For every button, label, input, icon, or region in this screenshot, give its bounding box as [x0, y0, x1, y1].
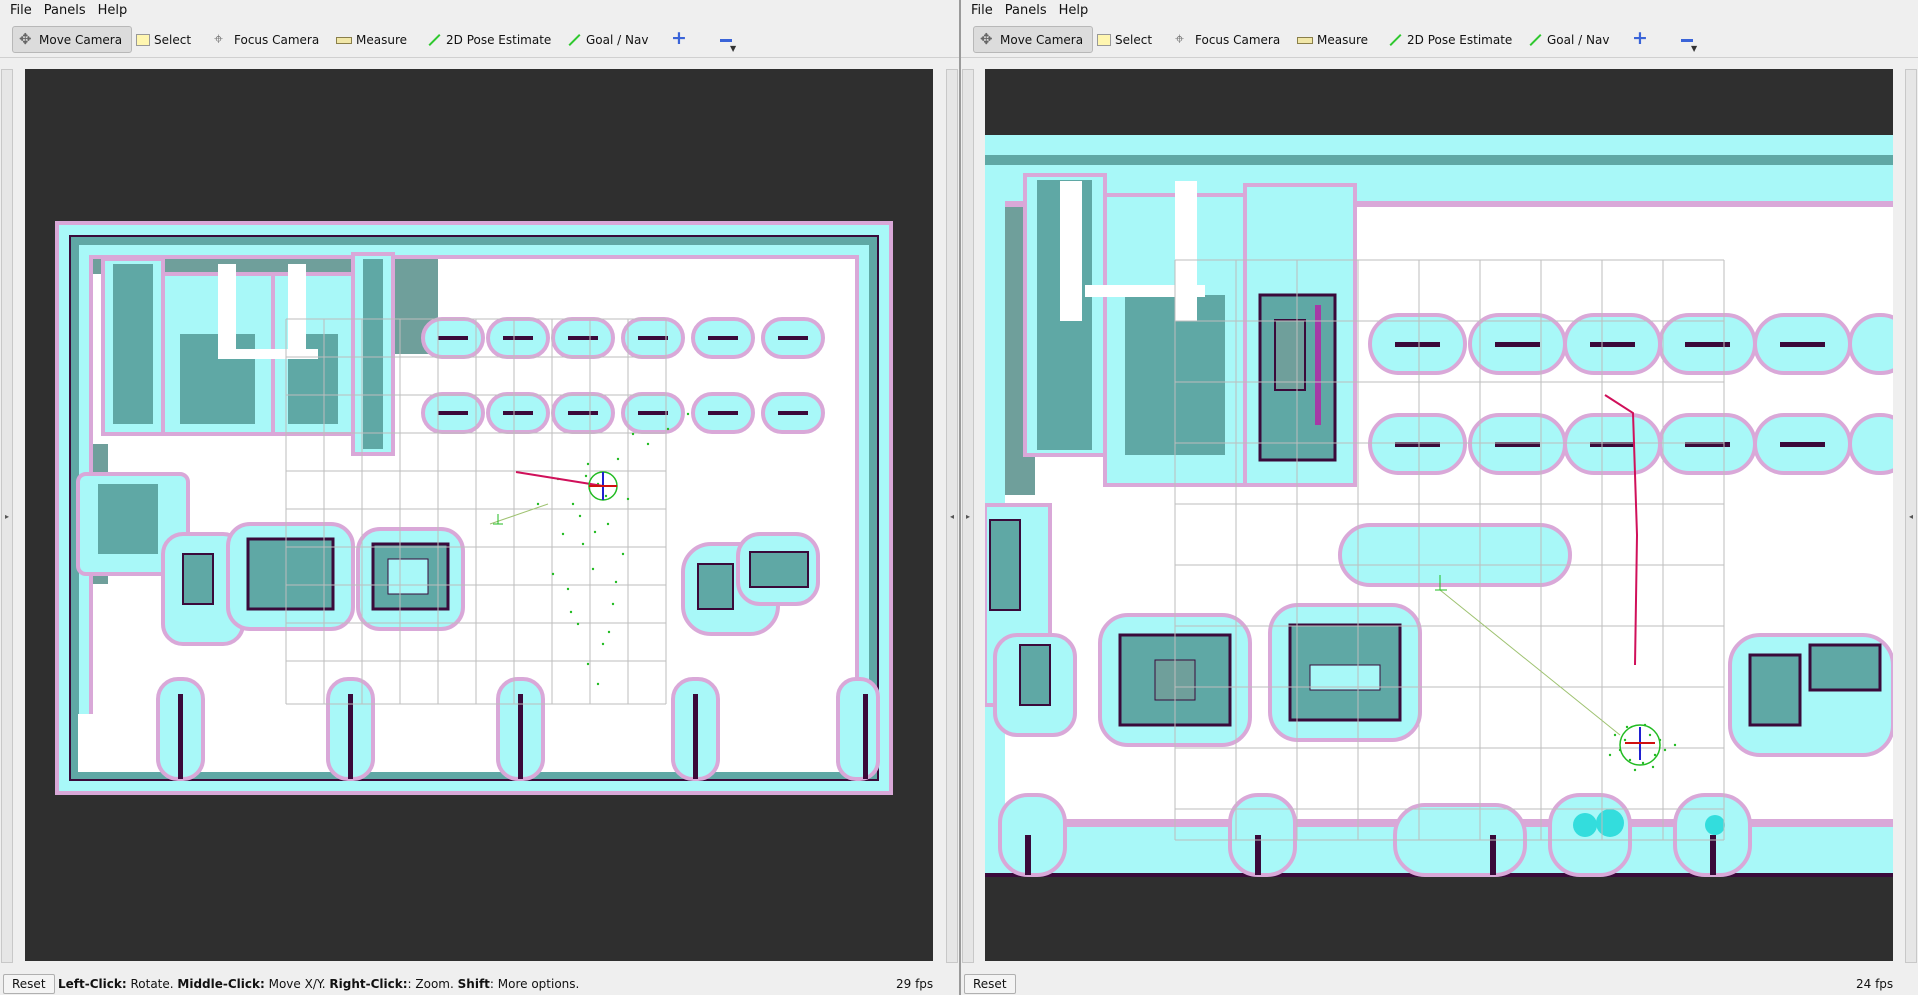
goal-nav-button[interactable]: Goal / Nav	[1521, 26, 1615, 53]
pose-estimate-button[interactable]: 2D Pose Estimate	[420, 26, 557, 53]
move-icon	[19, 30, 35, 48]
remove-tool-button[interactable]	[712, 26, 744, 53]
chevron-right-icon: ▸	[965, 511, 970, 521]
right-panel-toggle[interactable]: ◂	[1905, 69, 1917, 963]
statusbar-right: Reset 24 fps	[961, 973, 1918, 995]
menu-panels[interactable]: Panels	[999, 3, 1053, 18]
menu-help[interactable]: Help	[1053, 3, 1095, 18]
chevron-down-icon[interactable]: ▼	[1691, 44, 1697, 53]
rviz-window-left: File Panels Help Move Camera Select Focu…	[0, 0, 959, 995]
ruler-icon	[1297, 37, 1313, 44]
toolbar-left: Move Camera Select Focus Camera Measure …	[0, 22, 959, 58]
plus-icon	[670, 27, 687, 49]
focus-icon	[214, 29, 230, 49]
move-camera-button[interactable]: Move Camera	[12, 26, 132, 53]
fps-counter: 24 fps	[1856, 977, 1894, 991]
select-icon	[136, 33, 150, 46]
toolbar-right: Move Camera Select Focus Camera Measure …	[961, 22, 1918, 58]
ruler-icon	[336, 37, 352, 44]
menubar-left: File Panels Help	[0, 0, 959, 21]
reset-button[interactable]: Reset	[964, 974, 1016, 994]
green-arrow-icon	[1527, 33, 1543, 47]
select-button[interactable]: Select	[130, 26, 197, 53]
plus-icon	[1631, 27, 1648, 49]
map-view-left	[55, 221, 893, 795]
robot-marker-left	[588, 471, 618, 501]
statusbar-left: Reset Left-Click: Rotate. Middle-Click: …	[0, 973, 959, 995]
reset-button[interactable]: Reset	[3, 974, 55, 994]
move-camera-button[interactable]: Move Camera	[973, 26, 1093, 53]
measure-button[interactable]: Measure	[330, 26, 413, 53]
menu-file[interactable]: File	[4, 3, 38, 18]
goal-nav-button[interactable]: Goal / Nav	[560, 26, 654, 53]
render-viewport-right[interactable]	[985, 69, 1893, 961]
menu-panels[interactable]: Panels	[38, 3, 92, 18]
rviz-window-right: File Panels Help Move Camera Select Focu…	[961, 0, 1918, 995]
green-arrow-icon	[1387, 33, 1403, 47]
green-arrow-icon	[426, 33, 442, 47]
menu-file[interactable]: File	[965, 3, 999, 18]
focus-icon	[1175, 29, 1191, 49]
chevron-left-icon: ◂	[949, 511, 954, 521]
render-viewport-left[interactable]	[25, 69, 933, 961]
select-icon	[1097, 33, 1111, 46]
map-view-right	[985, 135, 1893, 877]
menubar-right: File Panels Help	[961, 0, 1918, 21]
mouse-hint: Left-Click: Rotate. Middle-Click: Move X…	[58, 977, 580, 991]
menu-help[interactable]: Help	[92, 3, 134, 18]
fps-counter: 29 fps	[896, 977, 934, 991]
select-button[interactable]: Select	[1091, 26, 1158, 53]
add-tool-button[interactable]	[1625, 26, 1657, 53]
measure-button[interactable]: Measure	[1291, 26, 1374, 53]
add-tool-button[interactable]	[664, 26, 696, 53]
chevron-left-icon: ◂	[1908, 511, 1913, 521]
chevron-right-icon: ▸	[4, 511, 9, 521]
right-panel-toggle[interactable]: ◂	[946, 69, 958, 963]
chevron-down-icon[interactable]: ▼	[730, 44, 736, 53]
left-panel-toggle[interactable]: ▸	[1, 69, 13, 963]
left-panel-toggle[interactable]: ▸	[962, 69, 974, 963]
focus-camera-button[interactable]: Focus Camera	[208, 26, 325, 53]
remove-tool-button[interactable]	[1673, 26, 1705, 53]
move-icon	[980, 30, 996, 48]
pose-estimate-button[interactable]: 2D Pose Estimate	[1381, 26, 1518, 53]
focus-camera-button[interactable]: Focus Camera	[1169, 26, 1286, 53]
green-arrow-icon	[566, 33, 582, 47]
